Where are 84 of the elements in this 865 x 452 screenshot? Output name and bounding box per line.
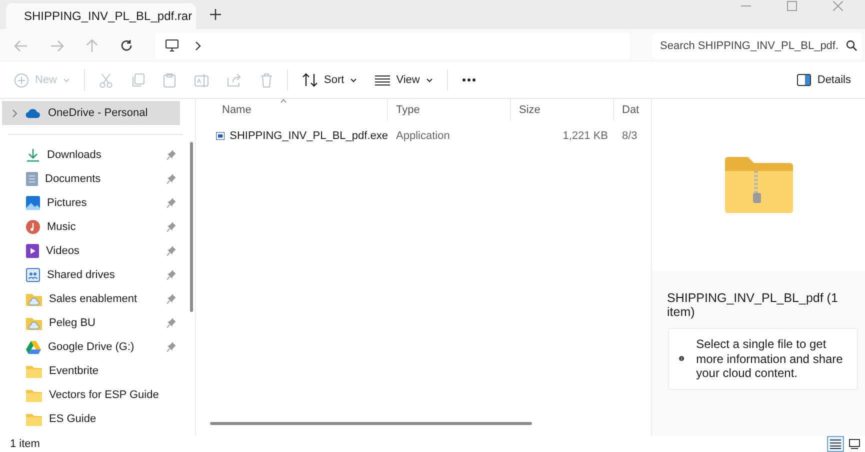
list-lines-icon	[830, 439, 841, 449]
video-icon	[26, 244, 39, 258]
pin-icon[interactable]	[167, 294, 176, 304]
back-icon[interactable]	[14, 40, 28, 52]
info-message: Select a single file to get more information and share your cloud content.	[696, 337, 844, 380]
chevron-right-icon	[195, 40, 201, 50]
sidebar-item[interactable]: Music	[0, 215, 190, 239]
application-icon	[216, 130, 225, 142]
pin-icon[interactable]	[167, 270, 176, 280]
rename-icon	[194, 72, 210, 88]
copy-icon	[131, 72, 146, 88]
monitor-icon	[849, 439, 860, 449]
column-header[interactable]: Name	[200, 99, 388, 121]
sidebar-item[interactable]: Vectors for ESP Guide	[0, 383, 190, 407]
picture-icon	[26, 196, 40, 210]
pin-icon[interactable]	[167, 174, 176, 184]
shared-drive-icon	[26, 268, 40, 282]
google-drive-icon	[26, 340, 41, 354]
column-header[interactable]: Dat	[614, 99, 651, 121]
sidebar-item[interactable]: Downloads	[0, 143, 190, 167]
sidebar-item[interactable]: Peleg BU	[0, 311, 190, 335]
chevron-down-icon	[350, 78, 358, 82]
item-count: 1 item	[10, 438, 40, 450]
search-icon	[846, 40, 857, 51]
pin-icon[interactable]	[167, 150, 176, 160]
sidebar-item[interactable]: Google Drive (G:)	[0, 335, 190, 359]
scrollbar-thumb[interactable]	[190, 142, 193, 312]
chevron-down-icon	[63, 78, 70, 82]
scissors-icon	[99, 72, 114, 88]
sidebar-item[interactable]: OneDrive - Personal	[2, 101, 180, 125]
plus-circle-icon	[14, 72, 29, 88]
zip-folder-icon	[724, 157, 792, 213]
file-name-cell[interactable]: SHIPPING_INV_PL_BL_pdf.exe	[200, 130, 388, 142]
trash-icon	[260, 72, 274, 88]
file-type-cell-text: Application	[395, 130, 451, 142]
sidebar-item[interactable]: Sales enablement	[0, 287, 190, 311]
pin-icon[interactable]	[167, 342, 176, 352]
monitor-icon	[165, 39, 179, 52]
more-icon	[462, 78, 476, 82]
search-field[interactable]: Search SHIPPING_INV_PL_BL_pdf.	[652, 32, 862, 58]
details-title: SHIPPING_INV_PL_BL_pdf (1 item)	[666, 290, 839, 319]
chevron-down-icon	[426, 78, 433, 82]
chevron-right-icon[interactable]	[12, 108, 18, 118]
refresh-icon[interactable]	[120, 39, 133, 52]
clipboard-icon	[163, 72, 176, 88]
forward-icon[interactable]	[50, 40, 64, 52]
tiles-view-button[interactable]	[846, 436, 863, 452]
view-button[interactable]: View	[367, 70, 441, 90]
list-view-button[interactable]	[827, 436, 844, 452]
sidebar-item[interactable]: Pictures	[0, 191, 190, 215]
column-header[interactable]: Type	[388, 99, 511, 121]
music-icon	[26, 220, 40, 234]
sort-arrows-icon	[302, 73, 318, 87]
sidebar-item[interactable]: Documents	[0, 167, 190, 191]
file-size-cell-text: 1,221 KB	[562, 130, 609, 142]
details-pane-icon	[797, 74, 812, 86]
cloud-folder-icon	[26, 316, 42, 330]
cloud-icon	[25, 108, 41, 118]
pin-icon[interactable]	[167, 222, 176, 232]
new-tab-icon[interactable]	[210, 9, 221, 20]
details-button[interactable]: Details	[789, 70, 859, 90]
column-header[interactable]: Size	[511, 99, 614, 121]
folder-icon	[26, 412, 42, 426]
sidebar-item[interactable]: Shared drives	[0, 263, 190, 287]
download-icon	[26, 148, 40, 162]
close-icon[interactable]	[833, 1, 843, 11]
scrollbar-thumb[interactable]	[210, 422, 532, 425]
up-icon[interactable]	[86, 38, 98, 52]
sidebar-item[interactable]: ES Guide	[0, 407, 190, 431]
pin-icon[interactable]	[167, 318, 176, 328]
sidebar-item[interactable]: Videos	[0, 239, 190, 263]
window-tab[interactable]: SHIPPING_INV_PL_BL_pdf.rar	[6, 3, 196, 29]
document-icon	[26, 172, 38, 186]
share-icon	[227, 73, 242, 87]
folder-icon	[26, 364, 42, 378]
sort-button[interactable]: Sort	[294, 69, 366, 91]
pin-icon[interactable]	[167, 198, 176, 208]
folder-icon	[26, 388, 42, 402]
maximize-icon[interactable]	[787, 1, 797, 11]
pin-icon[interactable]	[167, 246, 176, 256]
cloud-folder-icon	[26, 292, 42, 306]
sidebar-item[interactable]: Eventbrite	[0, 359, 190, 383]
lines-icon	[375, 74, 390, 86]
file-date-cell-text: 8/3	[621, 130, 638, 142]
